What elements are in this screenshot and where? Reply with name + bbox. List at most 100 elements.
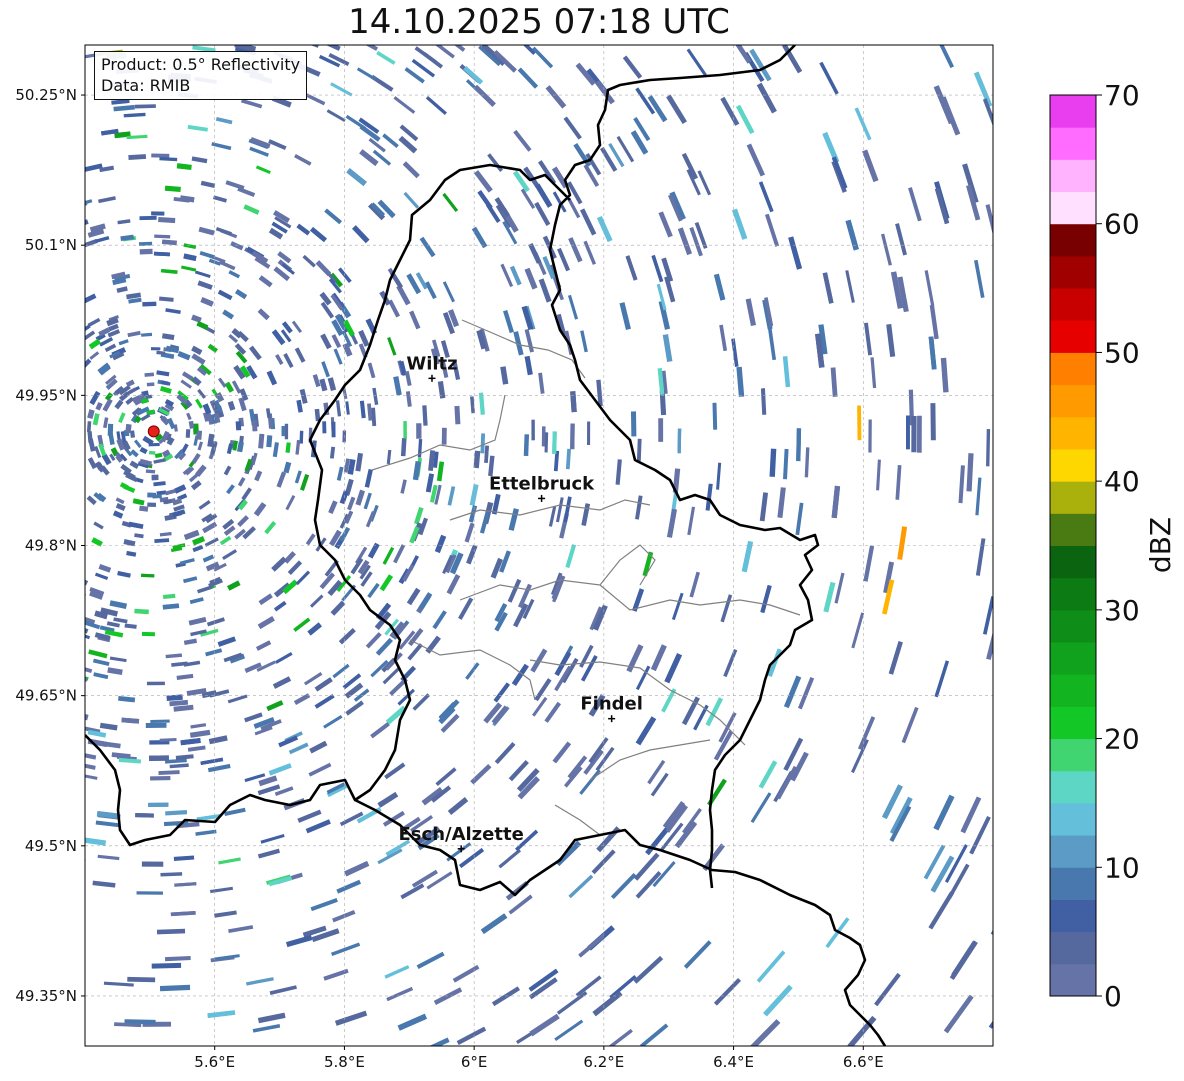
echo-cell bbox=[284, 423, 289, 440]
echo-cell bbox=[195, 1045, 227, 1046]
y-tick-label: 50.1°N bbox=[25, 236, 77, 254]
echo-cell bbox=[658, 418, 664, 442]
echo-cell bbox=[151, 962, 182, 969]
echo-cell bbox=[564, 16, 585, 37]
product-info-box: Product: 0.5° Reflectivity Data: RMIB bbox=[94, 51, 308, 100]
echo-cell bbox=[85, 589, 87, 598]
echo-cell bbox=[70, 444, 76, 453]
echo-cell bbox=[419, 17, 441, 34]
x-tick-label: 6.6°E bbox=[843, 1053, 884, 1071]
echo-cell bbox=[145, 722, 167, 728]
echo-cell bbox=[322, 421, 327, 434]
colorbar-segment bbox=[1050, 545, 1096, 579]
echo-cell bbox=[416, 423, 422, 439]
echo-cell bbox=[544, 432, 549, 453]
colorbar-segment bbox=[1050, 416, 1096, 450]
colorbar-tick-label: 50 bbox=[1104, 336, 1140, 369]
map-background bbox=[85, 45, 993, 1046]
product-label: Product: 0.5° Reflectivity bbox=[101, 55, 301, 74]
echo-cell bbox=[94, 24, 114, 32]
echo-cell bbox=[156, 928, 186, 935]
y-tick-label: 49.8°N bbox=[25, 537, 77, 555]
x-tick-label: 5.6°E bbox=[194, 1053, 235, 1071]
echo-cell bbox=[62, 107, 81, 117]
echo-cell bbox=[125, 424, 132, 433]
x-tick-label: 6.2°E bbox=[583, 1053, 624, 1071]
echo-cell bbox=[552, 431, 557, 454]
echo-cell bbox=[63, 161, 82, 170]
x-tick-label: 6°E bbox=[461, 1053, 488, 1071]
colorbar-segment bbox=[1050, 609, 1096, 643]
echo-cell bbox=[65, 427, 70, 441]
colorbar-segment bbox=[1050, 963, 1096, 997]
echo-cell bbox=[79, 423, 84, 435]
echo-cell bbox=[916, 415, 922, 453]
echo-cell bbox=[331, 421, 336, 438]
colorbar-segment bbox=[1050, 352, 1096, 386]
echo-cell bbox=[677, 428, 682, 454]
echo-cell bbox=[64, 491, 73, 501]
colorbar-segment bbox=[1050, 738, 1096, 772]
echo-cell bbox=[71, 505, 84, 518]
colorbar-segment bbox=[1050, 384, 1096, 418]
echo-cell bbox=[59, 783, 83, 792]
colorbar-segments bbox=[1050, 95, 1096, 997]
echo-cell bbox=[275, 1060, 308, 1070]
colorbar-segment bbox=[1050, 867, 1096, 900]
echo-cell bbox=[148, 802, 169, 808]
echo-cell bbox=[196, 430, 203, 440]
echo-cell bbox=[239, 1054, 272, 1063]
echo-cell bbox=[55, 901, 82, 909]
colorbar-tick-label: 20 bbox=[1104, 723, 1140, 756]
echo-cell bbox=[251, 419, 258, 432]
colorbar-tick-label: 70 bbox=[1104, 79, 1140, 112]
echo-cell bbox=[480, 433, 486, 454]
colorbar: 0 10 20 30 40 50 60 70 dBZ bbox=[1049, 79, 1177, 1013]
colorbar-segment bbox=[1050, 706, 1096, 740]
echo-cell bbox=[67, 368, 76, 379]
echo-cell bbox=[868, 419, 872, 453]
echo-cell bbox=[61, 260, 76, 270]
echo-cell bbox=[911, 415, 917, 453]
colorbar-segment bbox=[1050, 95, 1096, 128]
echo-cell bbox=[85, 341, 86, 355]
echo-cell bbox=[139, 248, 153, 255]
echo-cell bbox=[312, 18, 337, 33]
echo-cell bbox=[63, 161, 82, 170]
echo-cell bbox=[554, 1045, 587, 1046]
x-tick-label: 6.4°E bbox=[713, 1053, 754, 1071]
echo-cell bbox=[139, 215, 157, 221]
echo-cell bbox=[68, 314, 81, 325]
echo-cell bbox=[74, 456, 83, 467]
echo-cell bbox=[531, 419, 535, 441]
echo-cell bbox=[630, 411, 637, 437]
echo-cell bbox=[150, 775, 171, 781]
colorbar-segment bbox=[1050, 931, 1096, 965]
echo-cell bbox=[796, 428, 802, 462]
city-label: Esch/Alzette bbox=[399, 824, 524, 845]
colorbar-ticks: 0 10 20 30 40 50 60 70 bbox=[1096, 79, 1140, 1013]
echo-cell bbox=[403, 421, 407, 439]
echo-cell bbox=[990, 896, 993, 937]
echo-cell bbox=[60, 302, 72, 313]
echo-cell bbox=[150, 347, 161, 351]
colorbar-segment bbox=[1050, 223, 1096, 257]
echo-cell bbox=[135, 813, 154, 818]
echo-cell bbox=[61, 653, 81, 663]
colorbar-label: dBZ bbox=[1144, 517, 1177, 573]
colorbar-segment bbox=[1050, 674, 1096, 707]
echo-cell bbox=[63, 454, 71, 464]
echo-cell bbox=[532, 1049, 563, 1071]
echo-cell bbox=[146, 681, 165, 686]
y-tick-label: 49.5°N bbox=[25, 837, 77, 855]
echo-cell bbox=[930, 403, 936, 441]
echo-cell bbox=[158, 217, 176, 224]
echo-cell bbox=[712, 402, 718, 430]
x-tick-label: 5.8°E bbox=[324, 1053, 365, 1071]
echo-cell bbox=[147, 502, 156, 507]
echo-cell bbox=[587, 421, 591, 445]
echo-cell bbox=[153, 251, 170, 257]
data-source-label: Data: RMIB bbox=[101, 76, 191, 95]
echo-cell bbox=[136, 891, 163, 895]
echo-cell bbox=[81, 425, 85, 436]
